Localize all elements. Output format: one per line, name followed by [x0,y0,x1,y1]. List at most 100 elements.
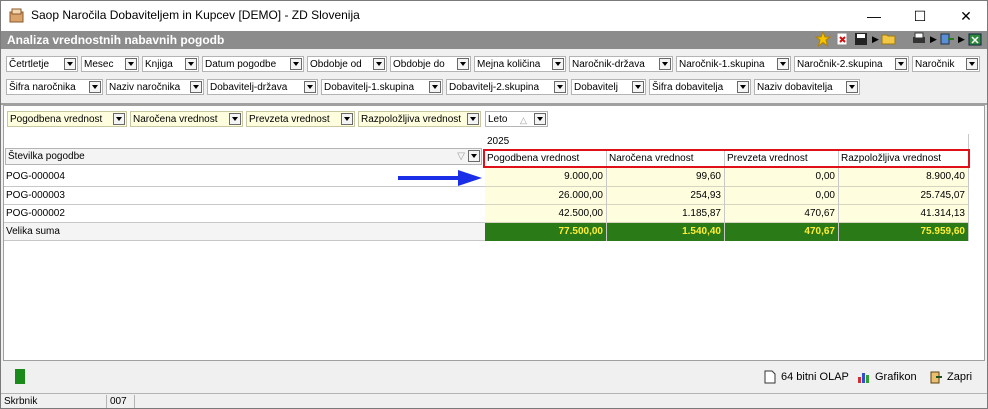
maximize-button[interactable]: ☐ [897,1,943,31]
chevron-down-icon[interactable] [304,81,316,93]
form-header: Analiza vrednostnih nabavnih pogodb ▶ ▶ … [1,31,987,49]
close-button[interactable]: ✕ [943,1,987,31]
filter-field-sifra-dobavitelja[interactable]: Šifra dobavitelja [649,79,751,95]
chevron-down-icon[interactable] [89,81,101,93]
filter-field-datum-pogodbe[interactable]: Datum pogodbe [202,56,304,72]
filter-field-sifra-narocnika[interactable]: Šifra naročnika [6,79,103,95]
filter-field-dobavitelj[interactable]: Dobavitelj [571,79,646,95]
open-folder-icon[interactable] [881,31,897,47]
app-icon [9,8,24,23]
column-field-leto[interactable]: Leto △ [485,111,548,127]
bottom-toolbar: 64 bitni OLAP Grafikon Zapri [1,361,987,393]
filter-field-obdobje-do[interactable]: Obdobje do [390,56,471,72]
grand-total-label[interactable]: Velika suma [4,223,485,241]
chevron-down-icon[interactable] [777,58,789,70]
filter-field-naziv-narocnika[interactable]: Naziv naročnika [106,79,204,95]
grand-total-cell[interactable]: 75.959,60 [839,223,969,241]
chevron-down-icon[interactable] [373,58,385,70]
chevron-down-icon[interactable] [554,81,566,93]
minimize-button[interactable]: — [851,1,897,31]
status-message [135,395,987,408]
filter-field-mejna-kolicina[interactable]: Mejna količina [474,56,566,72]
chevron-down-icon[interactable] [468,150,480,162]
chevron-down-icon[interactable] [737,81,749,93]
chevron-down-icon[interactable] [659,58,671,70]
filter-field-narocnik[interactable]: Naročnik [912,56,980,72]
export-icon[interactable] [939,31,955,47]
filter-field-dobavitelj-drzava[interactable]: Dobavitelj-država [207,79,318,95]
table-cell[interactable]: 254,93 [607,187,725,205]
chevron-down-icon[interactable] [185,58,197,70]
table-cell[interactable]: 0,00 [725,168,839,187]
print-icon[interactable] [911,31,927,47]
chevron-down-icon[interactable] [552,58,564,70]
chevron-down-icon[interactable] [113,113,125,125]
filter-icon[interactable]: ▽ [457,149,465,165]
table-cell[interactable]: 26.000,00 [485,187,607,205]
chevron-down-icon[interactable] [64,58,76,70]
close-form-button[interactable]: Zapri [929,369,972,385]
olap-button[interactable]: 64 bitni OLAP [763,369,849,385]
chevron-down-icon[interactable] [966,58,978,70]
bar-chart-icon [858,373,869,384]
filter-field-narocnik-1-skupina[interactable]: Naročnik-1.skupina [676,56,791,72]
chevron-down-icon[interactable] [290,58,302,70]
data-field-pogodbena-vrednost[interactable]: Pogodbena vrednost [7,111,127,127]
chevron-down-icon[interactable] [125,58,137,70]
chevron-down-icon[interactable] [846,81,858,93]
chevron-down-icon[interactable] [429,81,441,93]
grand-total-cell[interactable]: 77.500,00 [485,223,607,241]
chevron-down-icon[interactable] [229,113,241,125]
excel-export-icon[interactable] [967,31,983,47]
grand-total-cell[interactable]: 1.540,40 [607,223,725,241]
status-indicator [15,369,25,384]
chevron-down-icon[interactable] [457,58,469,70]
table-cell[interactable]: 8.900,40 [839,168,969,187]
status-code: 007 [107,395,135,408]
filter-field-cetrtletje[interactable]: Četrtletje [6,56,78,72]
dropdown-arrow-icon[interactable]: ▶ [930,31,937,47]
pivot-grid: Pogodbena vrednost Naročena vrednost Pre… [3,105,985,361]
table-cell[interactable]: 9.000,00 [485,168,607,187]
status-bar: Skrbnik 007 [1,393,987,408]
chevron-down-icon[interactable] [895,58,907,70]
row-field-stevilka-pogodbe[interactable]: Številka pogodbe ▽ [5,148,482,165]
toolbar: ▶ ▶ ▶ [815,29,983,49]
dropdown-arrow-icon[interactable]: ▶ [958,31,965,47]
table-row-header[interactable]: POG-000003 [4,187,485,205]
exit-icon [930,371,942,384]
filter-field-mesec[interactable]: Mesec [81,56,139,72]
filter-field-narocnik-2-skupina[interactable]: Naročnik-2.skupina [794,56,909,72]
data-field-razpolozljiva-vrednost[interactable]: Razpoložljiva vrednost [358,111,481,127]
table-row-header[interactable]: POG-000002 [4,205,485,223]
data-field-narocena-vrednost[interactable]: Naročena vrednost [130,111,243,127]
chart-button[interactable]: Grafikon [857,369,917,385]
table-cell[interactable]: 41.314,13 [839,205,969,223]
chevron-down-icon[interactable] [632,81,644,93]
table-cell[interactable]: 99,60 [607,168,725,187]
filter-field-knjiga[interactable]: Knjiga [142,56,199,72]
clear-filter-icon[interactable] [834,31,850,47]
save-icon[interactable] [853,31,869,47]
data-field-prevzeta-vrednost[interactable]: Prevzeta vrednost [246,111,355,127]
filter-field-obdobje-od[interactable]: Obdobje od [307,56,387,72]
table-cell[interactable]: 42.500,00 [485,205,607,223]
star-icon[interactable] [815,31,831,47]
table-cell[interactable]: 470,67 [725,205,839,223]
sort-ascending-icon[interactable]: △ [520,112,527,128]
chevron-down-icon[interactable] [467,113,479,125]
chevron-down-icon[interactable] [341,113,353,125]
chevron-down-icon[interactable] [190,81,202,93]
filter-field-dobavitelj-1-skupina[interactable]: Dobavitelj-1.skupina [321,79,443,95]
table-cell[interactable]: 25.745,07 [839,187,969,205]
grand-total-cell[interactable]: 470,67 [725,223,839,241]
filter-field-narocnik-drzava[interactable]: Naročnik-država [569,56,673,72]
chevron-down-icon[interactable] [534,113,546,125]
column-header-year: 2025 [485,134,969,150]
table-cell[interactable]: 1.185,87 [607,205,725,223]
dropdown-arrow-icon[interactable]: ▶ [872,31,879,47]
app-window: Saop Naročila Dobaviteljem in Kupcev [DE… [0,0,988,409]
filter-field-dobavitelj-2-skupina[interactable]: Dobavitelj-2.skupina [446,79,568,95]
filter-field-naziv-dobavitelja[interactable]: Naziv dobavitelja [754,79,860,95]
table-cell[interactable]: 0,00 [725,187,839,205]
